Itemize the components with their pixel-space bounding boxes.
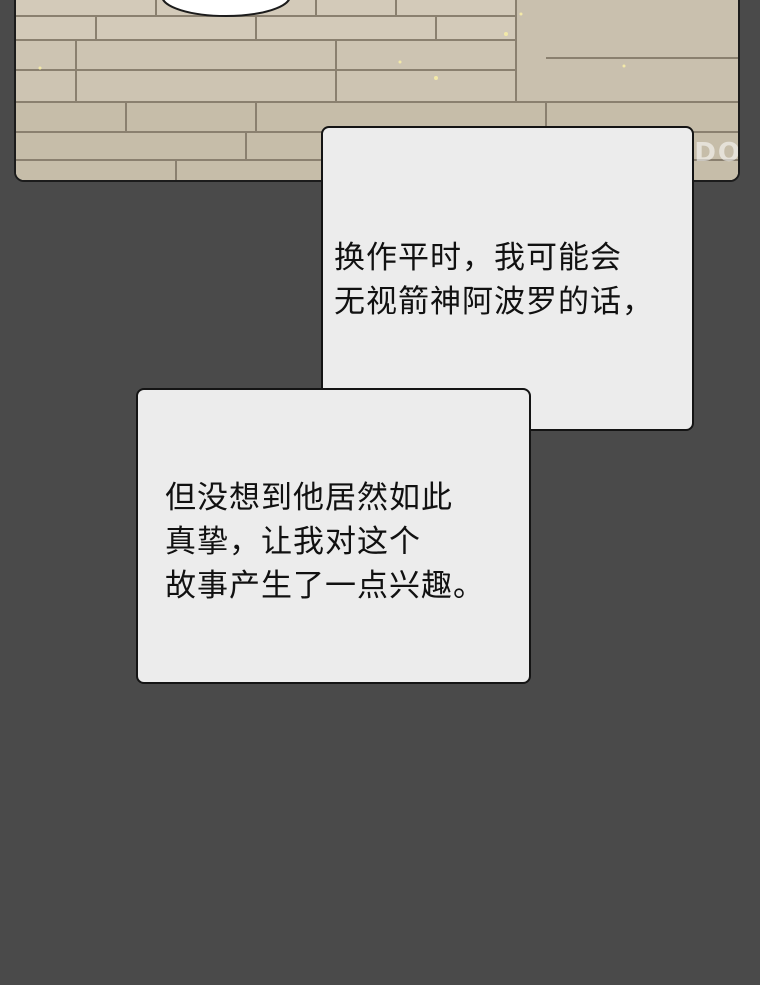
speech-line: 无视箭神阿波罗的话， bbox=[334, 284, 654, 320]
speech-line: 故事产生了一点兴趣。 bbox=[165, 568, 485, 604]
speech-text-2: 但没想到他居然如此 真挚，让我对这个 故事产生了一点兴趣。 bbox=[165, 476, 485, 608]
speech-line: 真挚，让我对这个 bbox=[165, 524, 421, 560]
speech-line: 但没想到他居然如此 bbox=[165, 480, 453, 516]
speech-text-1: 换作平时，我可能会 无视箭神阿波罗的话， bbox=[334, 236, 654, 324]
speech-line: 换作平时，我可能会 bbox=[334, 240, 622, 276]
